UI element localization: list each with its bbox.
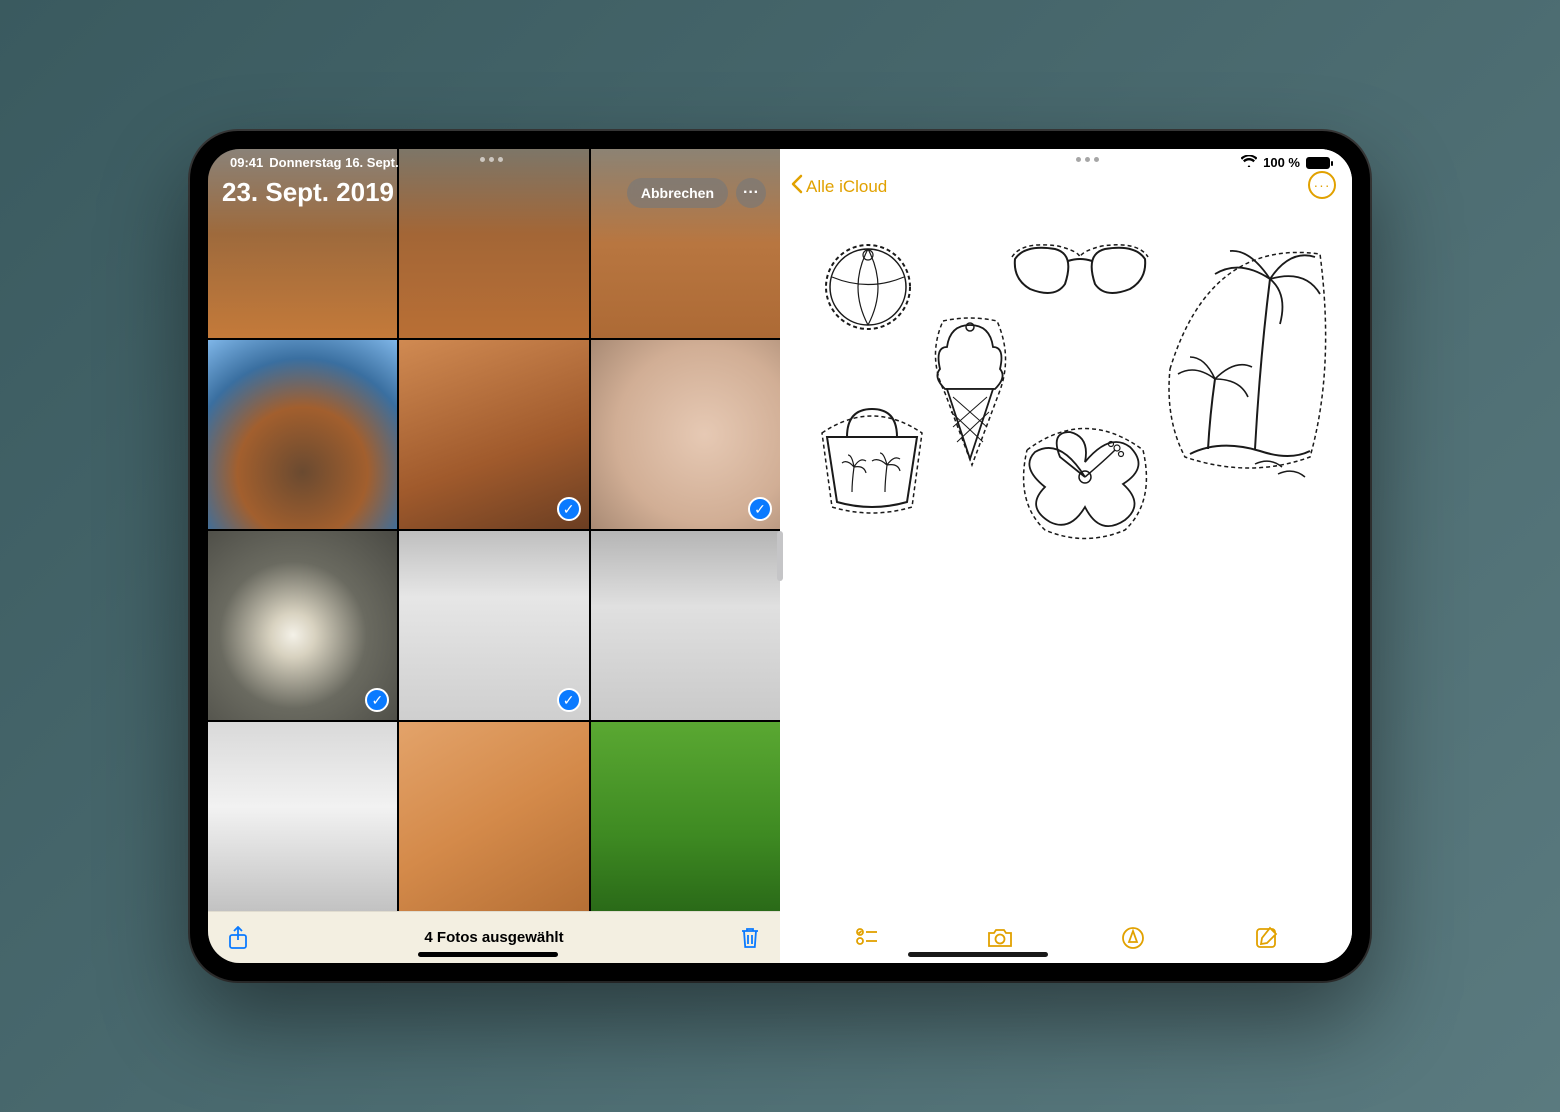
status-bar-right: 100 %: [1241, 155, 1330, 170]
more-options-button[interactable]: ···: [736, 178, 766, 208]
photo-image: [591, 722, 780, 911]
share-button[interactable]: [226, 926, 250, 950]
home-indicator-right[interactable]: [908, 952, 1048, 957]
photo-image: [591, 531, 780, 720]
ellipsis-icon: ···: [1314, 177, 1331, 193]
split-view-handle[interactable]: [777, 531, 783, 581]
photo-thumbnail[interactable]: ✓: [399, 340, 588, 529]
selection-check-icon: ✓: [748, 497, 772, 521]
cancel-button[interactable]: Abbrechen: [627, 178, 728, 208]
photo-grid: ✓ ✓ ✓ ✓: [208, 149, 780, 911]
photos-app: 23. Sept. 2019 Abbrechen ··· ✓ ✓ ✓ ✓: [208, 149, 780, 963]
photo-thumbnail[interactable]: [591, 722, 780, 911]
photo-image: [399, 722, 588, 911]
ipad-screen: 09:41 Donnerstag 16. Sept. 100 % 23. Sep…: [208, 149, 1352, 963]
sticker-beach-bag: [812, 397, 932, 517]
home-indicator-left[interactable]: [418, 952, 558, 957]
ipad-device-frame: 09:41 Donnerstag 16. Sept. 100 % 23. Sep…: [190, 131, 1370, 981]
notes-drawing-canvas[interactable]: [780, 207, 1352, 911]
markup-button[interactable]: [1120, 925, 1146, 951]
selection-check-icon: ✓: [557, 688, 581, 712]
photo-thumbnail[interactable]: [208, 722, 397, 911]
photo-image: [208, 340, 397, 529]
status-bar-left: 09:41 Donnerstag 16. Sept.: [230, 155, 399, 170]
photo-thumbnail[interactable]: ✓: [591, 340, 780, 529]
photos-collection-date: 23. Sept. 2019: [222, 177, 394, 208]
photo-image: [208, 722, 397, 911]
status-date: Donnerstag 16. Sept.: [269, 155, 398, 170]
multitask-indicator-left[interactable]: [480, 157, 503, 162]
photo-thumbnail[interactable]: ✓: [208, 531, 397, 720]
notes-app: Alle iCloud ···: [780, 149, 1352, 963]
wifi-icon: [1241, 155, 1257, 170]
chevron-left-icon: [790, 174, 804, 199]
photo-thumbnail[interactable]: [399, 722, 588, 911]
sticker-palm-trees: [1160, 239, 1330, 499]
sticker-hibiscus-flower: [1015, 412, 1155, 542]
photo-thumbnail[interactable]: [591, 531, 780, 720]
notes-back-button[interactable]: Alle iCloud: [790, 174, 887, 199]
selection-check-icon: ✓: [557, 497, 581, 521]
notes-toolbar: [780, 911, 1352, 963]
camera-button[interactable]: [987, 925, 1013, 951]
sticker-beach-ball: [818, 237, 918, 337]
battery-icon: [1306, 157, 1330, 169]
status-time: 09:41: [230, 155, 263, 170]
multitask-indicator-right[interactable]: [1076, 157, 1099, 162]
new-note-button[interactable]: [1253, 925, 1279, 951]
ellipsis-icon: ···: [743, 184, 759, 202]
photo-thumbnail[interactable]: ✓: [399, 531, 588, 720]
sticker-sunglasses: [1010, 239, 1150, 309]
notes-more-button[interactable]: ···: [1308, 171, 1336, 199]
photo-thumbnail[interactable]: [208, 340, 397, 529]
sticker-ice-cream-cone: [925, 317, 1015, 467]
battery-percent: 100 %: [1263, 155, 1300, 170]
selection-count-label: 4 Fotos ausgewählt: [424, 929, 563, 946]
delete-button[interactable]: [738, 926, 762, 950]
notes-back-label: Alle iCloud: [806, 177, 887, 197]
checklist-button[interactable]: [854, 925, 880, 951]
